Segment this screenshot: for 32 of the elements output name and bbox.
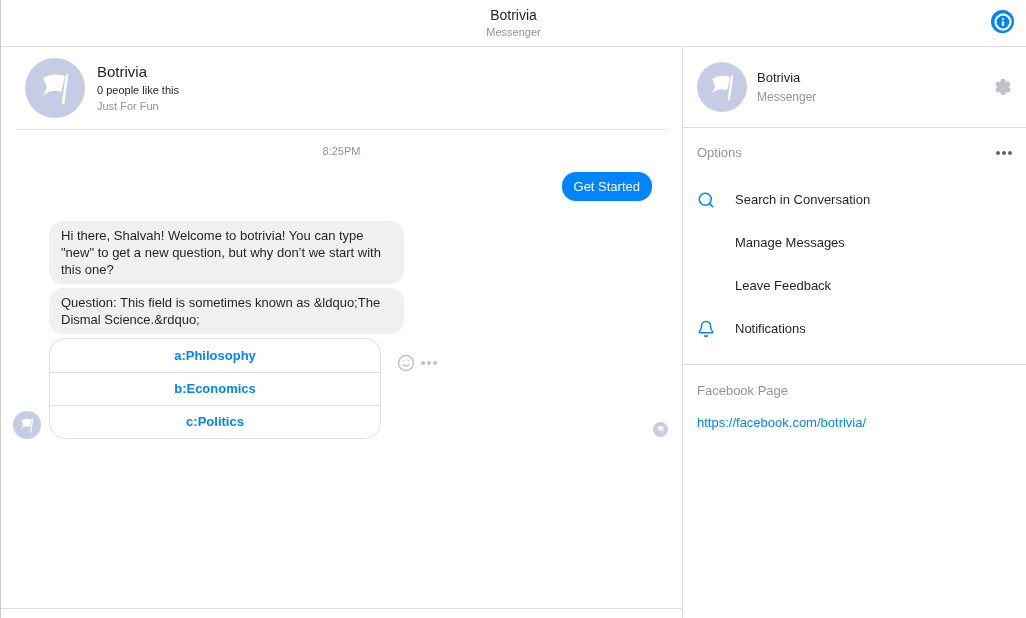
bell-icon [697, 319, 715, 338]
conversation-title: Botrivia [490, 5, 537, 24]
info-icon [993, 12, 1012, 31]
page-avatar [25, 58, 85, 118]
info-button[interactable] [991, 10, 1014, 33]
option-link[interactable]: Search in Conversation [735, 189, 871, 210]
facebook-page-link[interactable]: https://facebook.com/botrivia/ [697, 412, 1012, 432]
timestamp: 8:25PM [322, 144, 361, 159]
quick-reply-button[interactable]: c:Politics [50, 405, 380, 438]
page-category: Just For Fun [97, 99, 160, 114]
page-name: Botrivia [97, 62, 149, 82]
facebook-page-heading: Facebook Page [697, 382, 790, 400]
quick-reply-button[interactable]: a:Philosophy [50, 339, 380, 372]
sidebar-avatar [697, 62, 747, 112]
options-heading: Options [697, 144, 742, 163]
read-receipt-avatar [653, 422, 668, 437]
conversation-subtitle: Messenger [486, 24, 541, 40]
option-link[interactable]: Notifications [735, 318, 806, 339]
sidebar-subtitle: Messenger [757, 88, 818, 106]
outgoing-message: Get Started [561, 171, 652, 201]
search-icon [697, 190, 715, 209]
sidebar-name: Botrivia [757, 69, 802, 88]
more-icon[interactable] [996, 151, 1012, 155]
incoming-message: Hi there, Shalvah! Welcome to botrivia! You can type "new" to get a new question, but why don’t we start with this one? [49, 221, 404, 284]
emoji-icon [397, 354, 415, 372]
settings-icon [994, 78, 1012, 96]
quick-reply-button[interactable]: b:Economics [50, 372, 380, 405]
option-link[interactable]: Manage Messages [735, 232, 845, 253]
bot-avatar [13, 411, 41, 439]
incoming-message: Question: This field is sometimes known as &ldquo;The Dismal Science.&rdquo; [49, 288, 404, 334]
option-link[interactable]: Leave Feedback [735, 275, 832, 296]
page-likes: 0 people like this [97, 83, 179, 98]
